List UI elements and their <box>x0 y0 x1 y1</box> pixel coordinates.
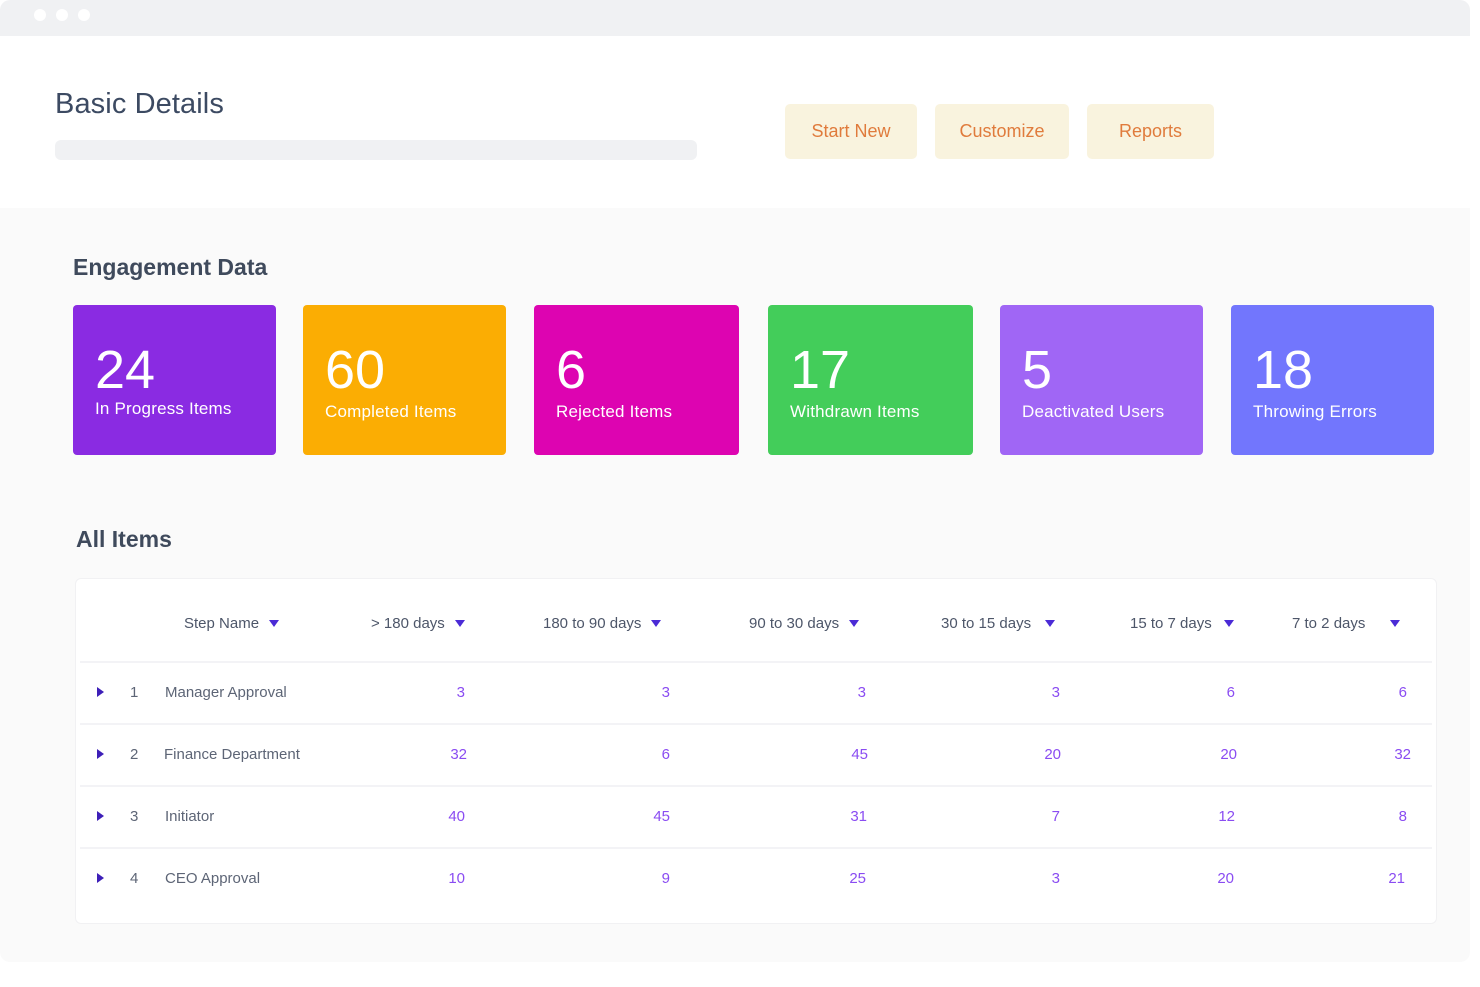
sort-caret-down-icon[interactable] <box>849 620 860 627</box>
stat-value: 18 <box>1253 340 1314 400</box>
row-number: 4 <box>130 870 139 887</box>
engagement-section-title: Engagement Data <box>73 254 268 280</box>
step-name: Initiator <box>165 808 215 825</box>
cell-7-to-2-days: 8 <box>1398 808 1407 825</box>
cell-over-180-days: 32 <box>450 746 467 763</box>
stat-card-rejected[interactable]: 6 Rejected Items <box>534 305 739 455</box>
app-window: Basic Details Start New Customize Report… <box>0 0 1470 962</box>
sort-caret-down-icon[interactable] <box>1390 620 1401 627</box>
cell-7-to-2-days: 32 <box>1394 746 1411 763</box>
column-header-label: 30 to 15 days <box>941 615 1032 632</box>
sort-caret-down-icon[interactable] <box>269 620 280 627</box>
page-header: Basic Details Start New Customize Report… <box>0 36 1470 208</box>
cell-180-to-90-days: 9 <box>661 870 670 887</box>
expand-row-caret-right-icon[interactable] <box>97 873 104 883</box>
row-number: 1 <box>130 684 139 701</box>
step-name: Finance Department <box>164 746 300 763</box>
row-number: 3 <box>130 808 139 825</box>
column-header-label: 7 to 2 days <box>1292 615 1366 632</box>
subtitle-placeholder-bar <box>55 140 697 160</box>
column-header-label: 90 to 30 days <box>749 615 840 632</box>
cell-90-to-30-days: 3 <box>857 684 866 701</box>
stat-label: Withdrawn Items <box>790 402 920 421</box>
start-new-button[interactable]: Start New <box>785 104 917 159</box>
cell-30-to-15-days: 3 <box>1051 870 1060 887</box>
stat-value: 17 <box>790 340 851 400</box>
sort-caret-down-icon[interactable] <box>454 620 465 627</box>
cell-15-to-7-days: 20 <box>1220 746 1237 763</box>
stat-value: 5 <box>1022 340 1053 400</box>
cell-15-to-7-days: 20 <box>1217 870 1234 887</box>
column-header-label: Step Name <box>184 615 260 632</box>
column-header-15-to-7-days[interactable]: 15 to 7 days <box>1130 615 1234 632</box>
stat-card-withdrawn[interactable]: 17 Withdrawn Items <box>768 305 973 455</box>
cell-over-180-days: 3 <box>456 684 465 701</box>
sort-caret-down-icon[interactable] <box>651 620 662 627</box>
column-header-30-to-15-days[interactable]: 30 to 15 days <box>941 615 1056 632</box>
cell-90-to-30-days: 45 <box>851 746 868 763</box>
step-name: CEO Approval <box>165 870 261 887</box>
column-header-7-to-2-days[interactable]: 7 to 2 days <box>1292 615 1401 632</box>
table-row[interactable]: 3 Initiator 40 45 31 7 12 8 <box>80 787 1432 849</box>
cell-90-to-30-days: 31 <box>850 808 867 825</box>
column-header-step-name[interactable]: Step Name <box>184 615 280 632</box>
stat-card-in-progress[interactable]: 24 In Progress Items <box>73 305 276 455</box>
column-header-over-180-days[interactable]: > 180 days <box>371 615 465 632</box>
stat-value: 24 <box>95 340 156 400</box>
column-header-label: > 180 days <box>371 615 445 632</box>
all-items-section-title: All Items <box>76 526 172 552</box>
stat-card-completed[interactable]: 60 Completed Items <box>303 305 506 455</box>
cell-180-to-90-days: 45 <box>653 808 670 825</box>
stat-card-throwing-errors[interactable]: 18 Throwing Errors <box>1231 305 1434 455</box>
cell-180-to-90-days: 6 <box>661 746 670 763</box>
cell-7-to-2-days: 6 <box>1398 684 1407 701</box>
customize-button[interactable]: Customize <box>935 104 1069 159</box>
expand-row-caret-right-icon[interactable] <box>97 811 104 821</box>
cell-7-to-2-days: 21 <box>1388 870 1405 887</box>
table-row[interactable]: 1 Manager Approval 3 3 3 3 6 6 <box>80 663 1432 725</box>
table-row[interactable]: 4 CEO Approval 10 9 25 3 20 21 <box>80 849 1432 911</box>
cell-90-to-30-days: 25 <box>849 870 866 887</box>
dashboard-body: Engagement Data 24 In Progress Items 60 … <box>0 208 1470 962</box>
column-header-90-to-30-days[interactable]: 90 to 30 days <box>749 615 860 632</box>
stat-label: Throwing Errors <box>1253 402 1377 421</box>
cell-180-to-90-days: 3 <box>661 684 670 701</box>
column-header-label: 180 to 90 days <box>543 615 642 632</box>
cell-15-to-7-days: 6 <box>1226 684 1235 701</box>
cell-over-180-days: 40 <box>448 808 465 825</box>
sort-caret-down-icon[interactable] <box>1223 620 1234 627</box>
window-close-dot[interactable] <box>34 9 46 21</box>
reports-button[interactable]: Reports <box>1087 104 1214 159</box>
all-items-table: Step Name > 180 days 180 to 90 days 90 t… <box>75 578 1437 924</box>
row-number: 2 <box>130 746 139 763</box>
stat-label: Deactivated Users <box>1022 402 1165 421</box>
page-title: Basic Details <box>55 88 224 120</box>
sort-caret-down-icon[interactable] <box>1045 620 1056 627</box>
table-row[interactable]: 2 Finance Department 32 6 45 20 20 32 <box>80 725 1432 787</box>
window-titlebar <box>0 0 1470 36</box>
cell-over-180-days: 10 <box>448 870 465 887</box>
cell-30-to-15-days: 7 <box>1051 808 1060 825</box>
stat-label: In Progress Items <box>95 399 232 418</box>
expand-row-caret-right-icon[interactable] <box>97 749 104 759</box>
stat-label: Rejected Items <box>556 402 673 421</box>
stat-value: 6 <box>556 340 587 400</box>
column-header-180-to-90-days[interactable]: 180 to 90 days <box>543 615 662 632</box>
cell-30-to-15-days: 3 <box>1051 684 1060 701</box>
window-maximize-dot[interactable] <box>78 9 90 21</box>
stat-card-deactivated-users[interactable]: 5 Deactivated Users <box>1000 305 1203 455</box>
step-name: Manager Approval <box>165 684 287 701</box>
stat-label: Completed Items <box>325 402 457 421</box>
cell-15-to-7-days: 12 <box>1218 808 1235 825</box>
expand-row-caret-right-icon[interactable] <box>97 687 104 697</box>
stat-value: 60 <box>325 340 386 400</box>
column-header-label: 15 to 7 days <box>1130 615 1212 632</box>
window-minimize-dot[interactable] <box>56 9 68 21</box>
cell-30-to-15-days: 20 <box>1044 746 1061 763</box>
